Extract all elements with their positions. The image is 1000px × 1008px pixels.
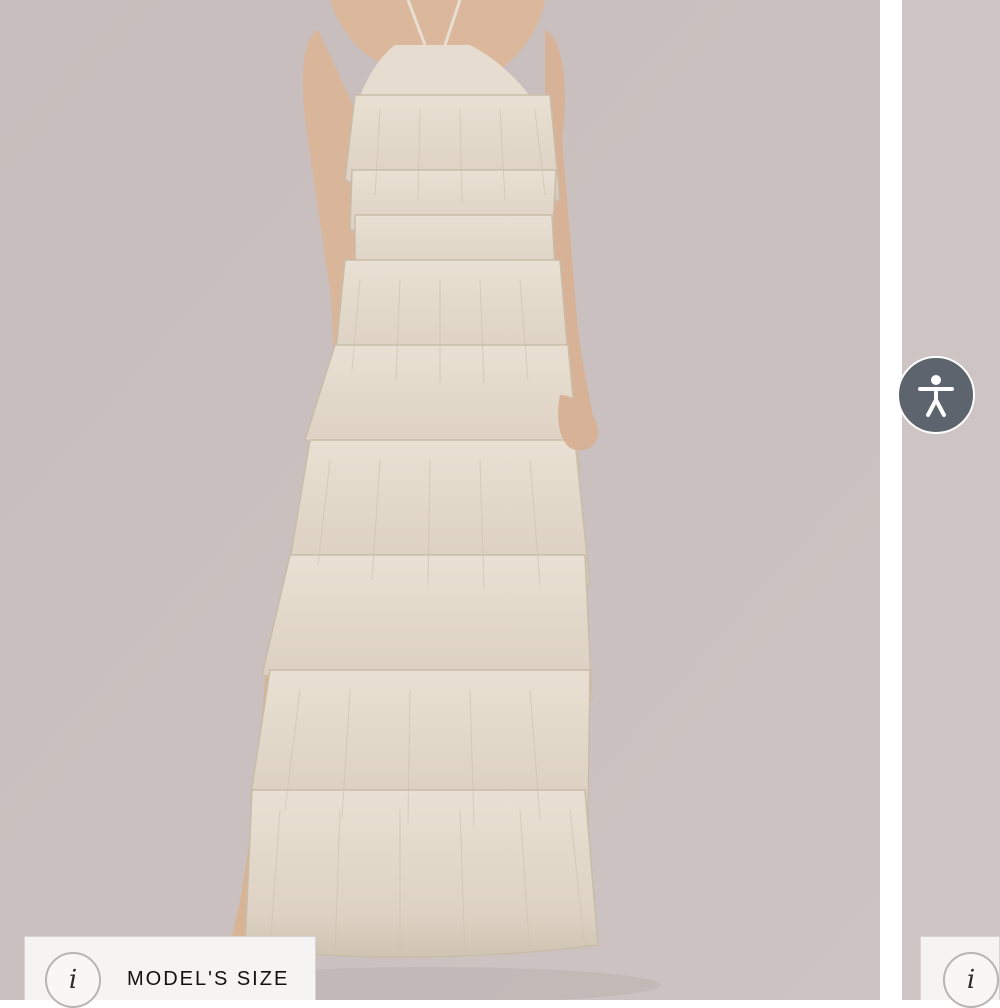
dress-photo: [0, 0, 880, 1000]
next-photo: [902, 0, 1000, 1000]
product-image-carousel[interactable]: i MODEL'S SIZE i: [0, 0, 1000, 1008]
info-icon: i: [943, 951, 999, 1008]
accessibility-button[interactable]: [897, 356, 975, 434]
models-size-label: MODEL'S SIZE: [127, 968, 290, 990]
models-size-chip-next[interactable]: i: [920, 936, 1000, 1008]
product-image-next[interactable]: [902, 0, 1000, 1000]
accessibility-icon: [918, 375, 954, 417]
info-icon: i: [45, 951, 101, 1008]
product-image-main[interactable]: [0, 0, 880, 1000]
models-size-chip[interactable]: i MODEL'S SIZE: [24, 936, 316, 1008]
